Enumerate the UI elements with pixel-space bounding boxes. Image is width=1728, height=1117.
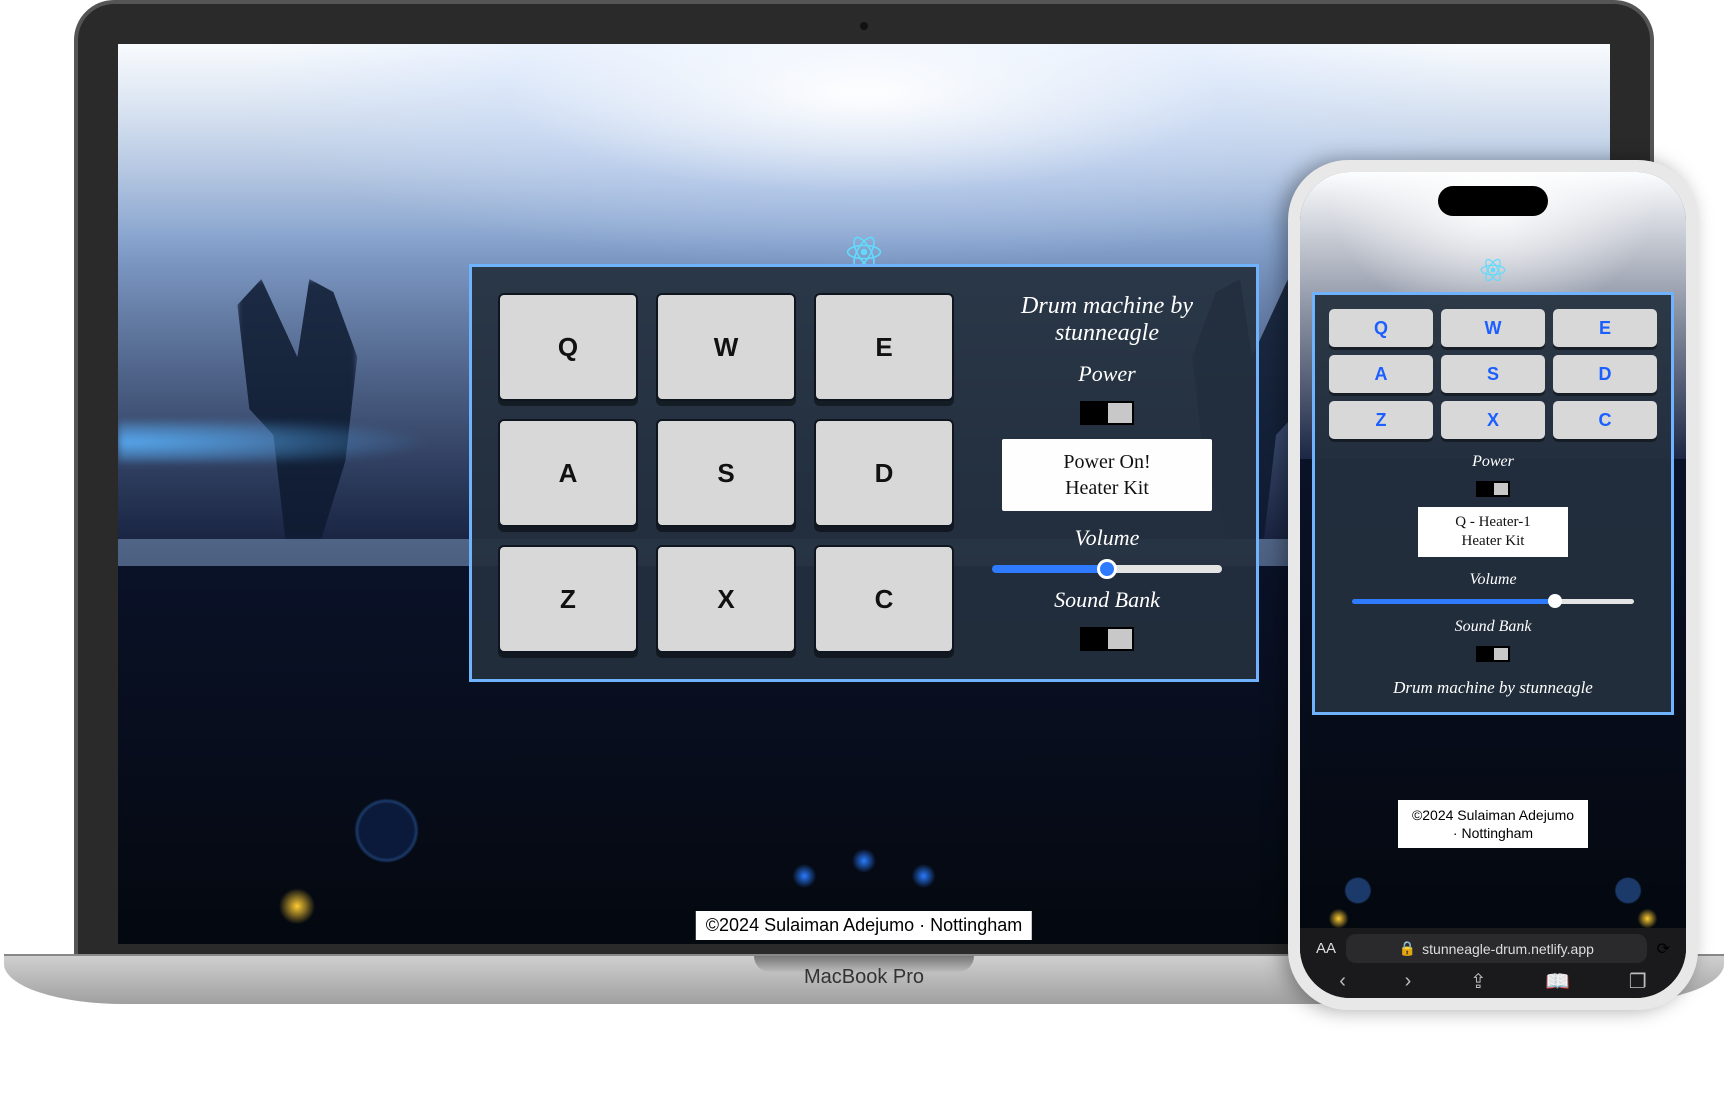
drum-pad-w[interactable]: W xyxy=(1441,309,1545,347)
power-toggle[interactable] xyxy=(1080,401,1134,425)
bank-label: Sound Bank xyxy=(1455,618,1532,636)
tabs-icon[interactable]: ❐ xyxy=(1629,969,1647,994)
drum-pad-x[interactable]: X xyxy=(1441,401,1545,439)
pad-grid: Q W E A S D Z X C xyxy=(1329,309,1657,439)
url-bar[interactable]: 🔒 stunneagle-drum.netlify.app xyxy=(1346,934,1647,963)
app-title: Drum machine by stunneagle xyxy=(984,293,1230,347)
volume-label: Volume xyxy=(1075,525,1140,551)
react-logo-icon xyxy=(1480,257,1506,288)
phone-notch xyxy=(1438,186,1548,216)
drum-pad-d[interactable]: D xyxy=(1553,355,1657,393)
volume-slider[interactable] xyxy=(1352,599,1634,604)
drum-pad-s[interactable]: S xyxy=(656,419,796,527)
forward-icon[interactable]: › xyxy=(1405,970,1412,993)
pad-grid: Q W E A S D Z X C xyxy=(498,293,954,653)
laptop-camera xyxy=(860,22,868,30)
drum-machine-panel: Q W E A S D Z X C Drum machine by stunne… xyxy=(469,264,1259,682)
drum-pad-s[interactable]: S xyxy=(1441,355,1545,393)
drum-pad-d[interactable]: D xyxy=(814,419,954,527)
display-line-1: Power On! xyxy=(1010,449,1204,475)
drum-machine-panel-mobile: Q W E A S D Z X C Power Q - Heater-1 Hea… xyxy=(1312,292,1674,715)
power-label: Power xyxy=(1078,361,1135,387)
bookmarks-icon[interactable]: 📖 xyxy=(1545,969,1570,994)
laptop-brand-label: MacBook Pro xyxy=(804,966,924,989)
footer-credit: ©2024 Sulaiman Adejumo · Nottingham xyxy=(1398,800,1588,848)
bank-label: Sound Bank xyxy=(1054,587,1160,613)
status-display: Power On! Heater Kit xyxy=(1002,439,1212,511)
bank-toggle[interactable] xyxy=(1476,646,1510,662)
volume-slider[interactable] xyxy=(992,565,1222,573)
status-display: Q - Heater-1 Heater Kit xyxy=(1418,507,1568,557)
phone-screen: Q W E A S D Z X C Power Q - Heater-1 Hea… xyxy=(1300,172,1686,928)
reload-icon[interactable]: ⟳ xyxy=(1657,939,1670,959)
display-line-2: Heater Kit xyxy=(1010,475,1204,501)
safari-toolbar: AA 🔒 stunneagle-drum.netlify.app ⟳ ‹ › ⇪… xyxy=(1300,928,1686,998)
drum-pad-z[interactable]: Z xyxy=(1329,401,1433,439)
drum-pad-c[interactable]: C xyxy=(1553,401,1657,439)
footer-credit: ©2024 Sulaiman Adejumo · Nottingham xyxy=(696,911,1032,940)
drum-pad-c[interactable]: C xyxy=(814,545,954,653)
display-line-1: Q - Heater-1 xyxy=(1424,513,1562,532)
volume-label: Volume xyxy=(1469,571,1516,589)
power-label: Power xyxy=(1472,453,1514,471)
back-icon[interactable]: ‹ xyxy=(1339,970,1346,993)
display-line-2: Heater Kit xyxy=(1424,532,1562,551)
phone-frame: Q W E A S D Z X C Power Q - Heater-1 Hea… xyxy=(1300,172,1686,998)
drum-pad-w[interactable]: W xyxy=(656,293,796,401)
drum-pad-z[interactable]: Z xyxy=(498,545,638,653)
phone-mockup: Q W E A S D Z X C Power Q - Heater-1 Hea… xyxy=(1288,160,1698,1010)
text-size-button[interactable]: AA xyxy=(1316,940,1336,957)
drum-pad-q[interactable]: Q xyxy=(1329,309,1433,347)
drum-pad-q[interactable]: Q xyxy=(498,293,638,401)
drum-pad-x[interactable]: X xyxy=(656,545,796,653)
drum-pad-e[interactable]: E xyxy=(814,293,954,401)
controls-panel: Drum machine by stunneagle Power Power O… xyxy=(984,293,1230,653)
drum-pad-a[interactable]: A xyxy=(498,419,638,527)
lock-icon: 🔒 xyxy=(1399,940,1416,957)
app-title: Drum machine by stunneagle xyxy=(1393,678,1593,698)
drum-pad-e[interactable]: E xyxy=(1553,309,1657,347)
url-text: stunneagle-drum.netlify.app xyxy=(1422,941,1594,957)
drum-pad-a[interactable]: A xyxy=(1329,355,1433,393)
power-toggle[interactable] xyxy=(1476,481,1510,497)
bank-toggle[interactable] xyxy=(1080,627,1134,651)
share-icon[interactable]: ⇪ xyxy=(1470,969,1487,994)
